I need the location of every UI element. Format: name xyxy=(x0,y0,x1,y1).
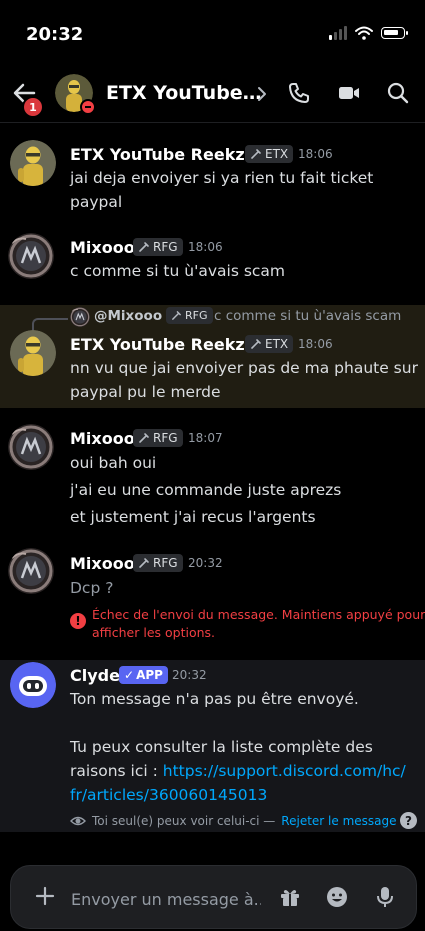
avatar-mixooo[interactable] xyxy=(8,233,54,279)
send-error-text: Échec de l'envoi du message. Maintiens a… xyxy=(92,607,425,622)
wifi-icon xyxy=(355,26,373,40)
guild-tag[interactable]: ETX xyxy=(245,145,294,163)
message-author[interactable]: Clyde xyxy=(70,666,120,685)
tag-icon xyxy=(251,149,261,159)
message-author[interactable]: Mixooo xyxy=(70,554,135,573)
support-link[interactable]: https://support.discord.com/hc/ xyxy=(163,762,406,780)
tag-icon xyxy=(139,433,149,443)
guild-tag[interactable]: RFG xyxy=(133,238,183,256)
help-icon[interactable]: ? xyxy=(400,812,417,829)
message-text: Ton message n'a pas pu être envoyé. xyxy=(70,690,359,708)
avatar-etx-youtube-reekzie[interactable] xyxy=(10,330,56,376)
clyde-avatar[interactable] xyxy=(10,662,56,708)
avatar-mixooo[interactable] xyxy=(8,548,54,594)
message-text-with-link: raisons ici : https://support.discord.co… xyxy=(70,762,406,780)
message-text: et justement j'ai recus l'argents xyxy=(70,508,316,526)
gift-icon[interactable] xyxy=(278,885,302,909)
search-icon[interactable] xyxy=(385,80,411,106)
phone-icon[interactable] xyxy=(286,80,312,106)
message-text: oui bah oui xyxy=(70,454,157,472)
guild-tag-label: RFG xyxy=(153,556,178,570)
guild-tag-label: RFG xyxy=(153,240,178,254)
reply-guild-tag: RFG xyxy=(166,307,213,324)
app-tag[interactable]: ✓ APP xyxy=(119,666,168,684)
ephemeral-note: Toi seul(e) peux voir celui-ci — Rejeter… xyxy=(70,813,397,829)
message-timestamp: 18:06 xyxy=(298,337,333,351)
message-text: paypal xyxy=(70,193,123,211)
status-time: 20:32 xyxy=(26,24,84,45)
failed-message-text[interactable]: Dcp ? xyxy=(70,579,113,597)
tag-icon xyxy=(251,339,261,349)
tag-icon xyxy=(139,242,149,252)
channel-title[interactable]: ETX YouTube… xyxy=(106,82,262,104)
avatar-mixooo[interactable] xyxy=(8,424,54,470)
tag-icon xyxy=(172,311,181,320)
eye-icon xyxy=(70,816,86,826)
guild-tag[interactable]: RFG xyxy=(133,429,183,447)
reply-avatar[interactable] xyxy=(70,307,90,327)
support-link[interactable]: fr/articles/360060145013 xyxy=(70,786,267,804)
avatar-etx-youtube-reekzie[interactable] xyxy=(10,140,56,186)
chevron-right-icon[interactable] xyxy=(255,84,269,104)
message-text: jai deja envoiyer si ya rien tu fait tic… xyxy=(70,169,374,187)
message-timestamp: 20:32 xyxy=(188,556,223,570)
checkmark-icon: ✓ xyxy=(124,668,135,682)
guild-tag[interactable]: RFG xyxy=(133,554,183,572)
message-text: c comme si tu ù'avais scam xyxy=(70,262,286,280)
message-text: nn vu que jai envoiyer pas de ma phaute … xyxy=(70,359,418,377)
message-timestamp: 18:06 xyxy=(188,240,223,254)
dnd-status-icon xyxy=(80,99,96,115)
message-author[interactable]: ETX YouTube Reekzie xyxy=(70,335,261,354)
reply-author[interactable]: @Mixooo xyxy=(94,308,162,324)
guild-tag-label: ETX xyxy=(265,337,289,351)
message-timestamp: 20:32 xyxy=(172,668,207,682)
message-author[interactable]: Mixooo xyxy=(70,238,135,257)
message-text: Tu peux consulter la liste complète des xyxy=(70,738,373,756)
status-icons xyxy=(329,26,408,40)
ephemeral-note-text: Toi seul(e) peux voir celui-ci — xyxy=(92,814,276,828)
tag-icon xyxy=(139,558,149,568)
guild-tag-label: RFG xyxy=(153,431,178,445)
unread-badge: 1 xyxy=(22,96,44,118)
battery-icon xyxy=(381,27,408,39)
error-icon: ! xyxy=(70,613,86,629)
microphone-icon[interactable] xyxy=(373,885,397,909)
message-input[interactable] xyxy=(69,886,263,912)
send-error-text: afficher les options. xyxy=(92,625,216,640)
message-timestamp: 18:06 xyxy=(298,147,333,161)
dismiss-message-link[interactable]: Rejeter le message xyxy=(281,814,396,828)
message-text: raisons ici : xyxy=(70,762,163,780)
reply-preview-text[interactable]: c comme si tu ù'avais scam xyxy=(214,308,401,324)
battery-level xyxy=(384,30,398,35)
message-composer xyxy=(10,865,417,929)
message-text: j'ai eu une commande juste aprezs xyxy=(70,481,342,499)
guild-tag[interactable]: ETX xyxy=(245,335,294,353)
guild-tag-label: RFG xyxy=(185,309,208,322)
message-author[interactable]: ETX YouTube Reekzie xyxy=(70,145,261,164)
emoji-icon[interactable] xyxy=(325,885,349,909)
message-timestamp: 18:07 xyxy=(188,431,223,445)
app-tag-label: APP xyxy=(136,668,163,682)
message-text: paypal pu le merde xyxy=(70,383,221,401)
cellular-signal-icon xyxy=(329,26,347,40)
video-icon[interactable] xyxy=(336,80,362,106)
guild-tag-label: ETX xyxy=(265,147,289,161)
message-author[interactable]: Mixooo xyxy=(70,429,135,448)
status-bar: 20:32 xyxy=(0,0,425,60)
plus-icon[interactable] xyxy=(33,884,57,908)
